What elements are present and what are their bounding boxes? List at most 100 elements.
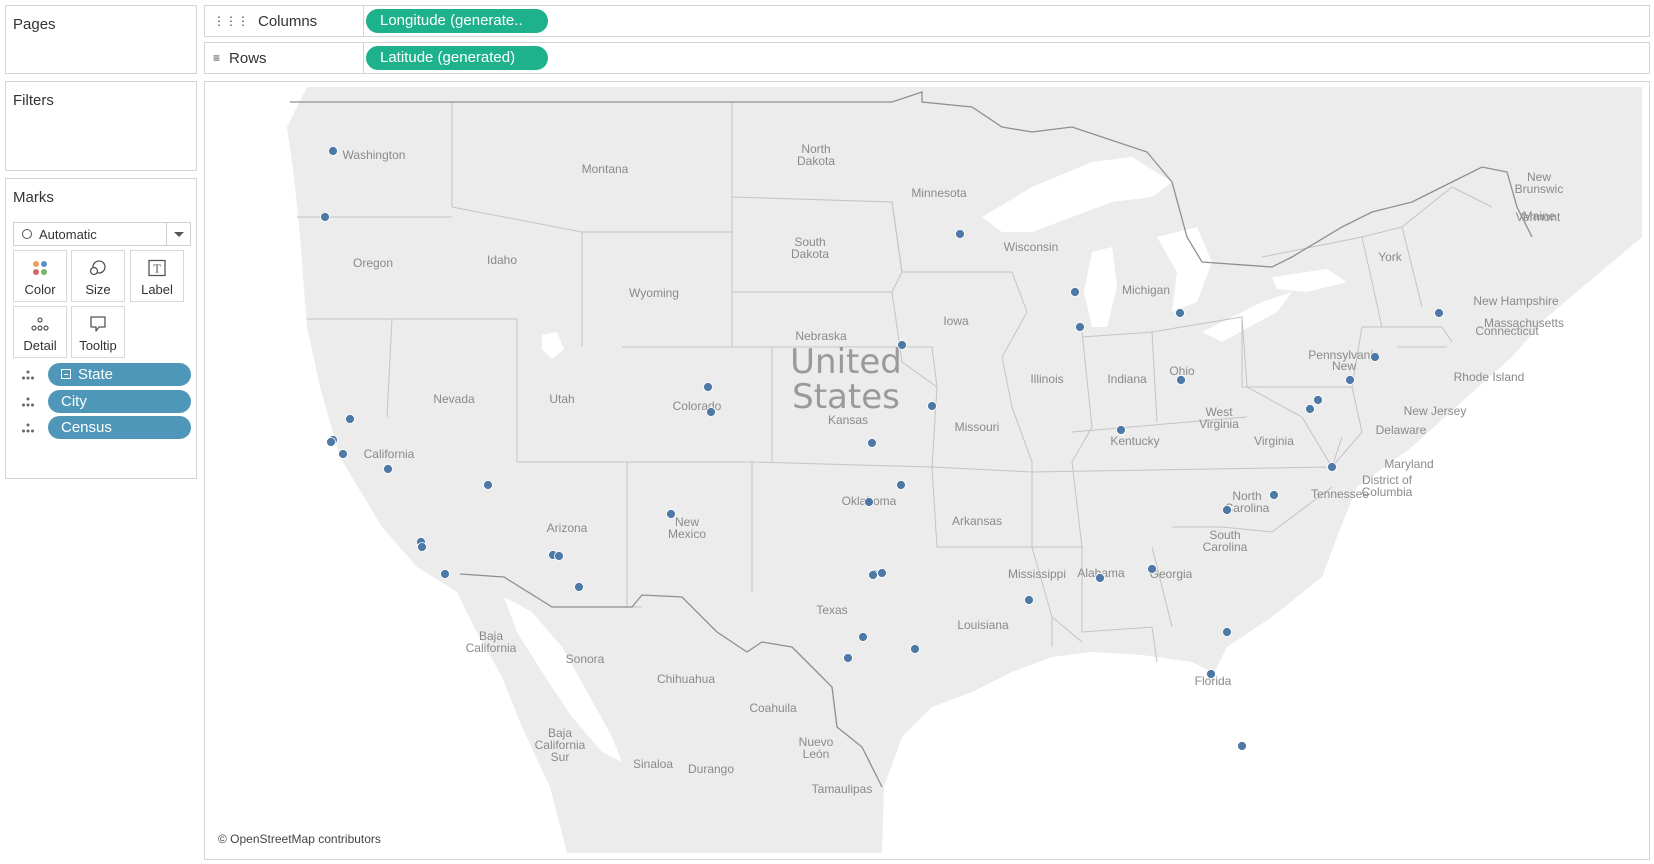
state-field-row[interactable]: State — [21, 363, 193, 387]
lake-ontario — [1272, 269, 1347, 292]
city-mark[interactable] — [338, 449, 348, 459]
place-label: Virginia — [1199, 417, 1239, 431]
city-mark[interactable] — [1024, 595, 1034, 605]
lake-superior — [982, 157, 1172, 232]
city-mark[interactable] — [868, 570, 878, 580]
place-label: Sinaloa — [633, 757, 673, 771]
city-pill-label: City — [61, 393, 87, 410]
city-mark[interactable] — [927, 401, 937, 411]
city-mark[interactable] — [666, 509, 676, 519]
collapse-icon[interactable] — [61, 369, 71, 379]
city-mark[interactable] — [1070, 287, 1080, 297]
city-mark[interactable] — [858, 632, 868, 642]
city-mark[interactable] — [896, 480, 906, 490]
place-label: León — [803, 747, 830, 761]
size-label: Size — [85, 282, 111, 297]
detail-label: Detail — [23, 338, 57, 353]
color-button[interactable]: Color — [13, 250, 67, 302]
place-label: Montana — [582, 162, 629, 176]
city-mark[interactable] — [417, 542, 427, 552]
color-label: Color — [24, 282, 56, 297]
city-mark[interactable] — [383, 464, 393, 474]
city-mark[interactable] — [326, 437, 336, 447]
columns-shelf[interactable]: ⋮⋮⋮ Columns Longitude (generate.. — [204, 5, 1650, 37]
city-mark[interactable] — [1147, 564, 1157, 574]
columns-icon: ⋮⋮⋮ — [213, 14, 249, 28]
city-mark[interactable] — [1370, 352, 1380, 362]
city-mark[interactable] — [345, 414, 355, 424]
place-label: Delaware — [1376, 423, 1427, 437]
place-label: Idaho — [487, 253, 517, 267]
city-mark[interactable] — [1345, 375, 1355, 385]
map[interactable]: Washington Montana North Dakota Minnesota Ore… — [212, 87, 1642, 853]
tooltip-label: Tooltip — [79, 338, 117, 353]
place-label: York — [1378, 250, 1403, 264]
census-pill-label: Census — [61, 419, 112, 436]
place-label: New — [1332, 359, 1356, 373]
filters-card[interactable]: Filters — [5, 81, 197, 171]
pages-title: Pages — [13, 16, 56, 33]
city-mark[interactable] — [1313, 395, 1323, 405]
city-mark[interactable] — [1075, 322, 1085, 332]
longitude-pill[interactable]: Longitude (generate.. — [366, 9, 548, 33]
city-mark[interactable] — [574, 582, 584, 592]
city-mark[interactable] — [706, 407, 716, 417]
place-label: Kentucky — [1110, 434, 1159, 448]
city-mark[interactable] — [1095, 573, 1105, 583]
city-mark[interactable] — [1237, 741, 1247, 751]
place-label: Maine — [1523, 209, 1556, 223]
lake-erie — [1202, 292, 1292, 342]
city-mark[interactable] — [320, 212, 330, 222]
census-pill[interactable]: Census — [48, 416, 191, 439]
city-field-row[interactable]: City — [21, 390, 193, 414]
city-mark[interactable] — [1206, 669, 1216, 679]
place-label: Arkansas — [952, 514, 1002, 528]
city-mark[interactable] — [1327, 462, 1337, 472]
place-label: Nevada — [433, 392, 475, 406]
city-mark[interactable] — [864, 497, 874, 507]
census-field-row[interactable]: Census — [21, 416, 193, 440]
city-mark[interactable] — [1176, 375, 1186, 385]
city-mark[interactable] — [1175, 308, 1185, 318]
city-mark[interactable] — [1116, 425, 1126, 435]
city-mark[interactable] — [1305, 404, 1315, 414]
city-mark[interactable] — [910, 644, 920, 654]
city-mark[interactable] — [1222, 505, 1232, 515]
place-label: Columbia — [1362, 485, 1413, 499]
rows-shelf[interactable]: ≡ Rows Latitude (generated) — [204, 42, 1650, 74]
city-mark[interactable] — [1269, 490, 1279, 500]
place-label: Maryland — [1384, 457, 1433, 471]
city-mark[interactable] — [843, 653, 853, 663]
size-button[interactable]: Size — [71, 250, 125, 302]
map-canvas[interactable]: WashingtonMontanaNorthDakotaMinnesotaOre… — [212, 87, 1642, 853]
city-mark[interactable] — [897, 340, 907, 350]
place-label: Michigan — [1122, 283, 1170, 297]
mark-type-dropdown[interactable]: Automatic — [13, 222, 191, 246]
detail-button[interactable]: Detail — [13, 306, 67, 358]
place-label: Arizona — [547, 521, 588, 535]
chevron-down-icon[interactable] — [166, 223, 190, 245]
place-label: Indiana — [1107, 372, 1147, 386]
pages-card[interactable]: Pages — [5, 5, 197, 74]
state-pill[interactable]: State — [48, 363, 191, 386]
city-mark[interactable] — [867, 438, 877, 448]
city-mark[interactable] — [955, 229, 965, 239]
city-pill[interactable]: City — [48, 390, 191, 413]
place-label: Missouri — [955, 420, 1000, 434]
place-label: New Jersey — [1404, 404, 1467, 418]
place-label: Oregon — [353, 256, 393, 270]
city-mark[interactable] — [1222, 627, 1232, 637]
city-mark[interactable] — [703, 382, 713, 392]
tooltip-button[interactable]: Tooltip — [71, 306, 125, 358]
city-mark[interactable] — [483, 480, 493, 490]
city-mark[interactable] — [1434, 308, 1444, 318]
city-mark[interactable] — [554, 551, 564, 561]
country-label-line2: States — [792, 377, 900, 417]
city-mark[interactable] — [328, 146, 338, 156]
label-button[interactable]: T Label — [130, 250, 184, 302]
latitude-pill[interactable]: Latitude (generated) — [366, 46, 548, 70]
svg-text:T: T — [153, 263, 161, 276]
city-mark[interactable] — [440, 569, 450, 579]
city-mark[interactable] — [877, 568, 887, 578]
place-label: Rhode Island — [1454, 370, 1525, 384]
